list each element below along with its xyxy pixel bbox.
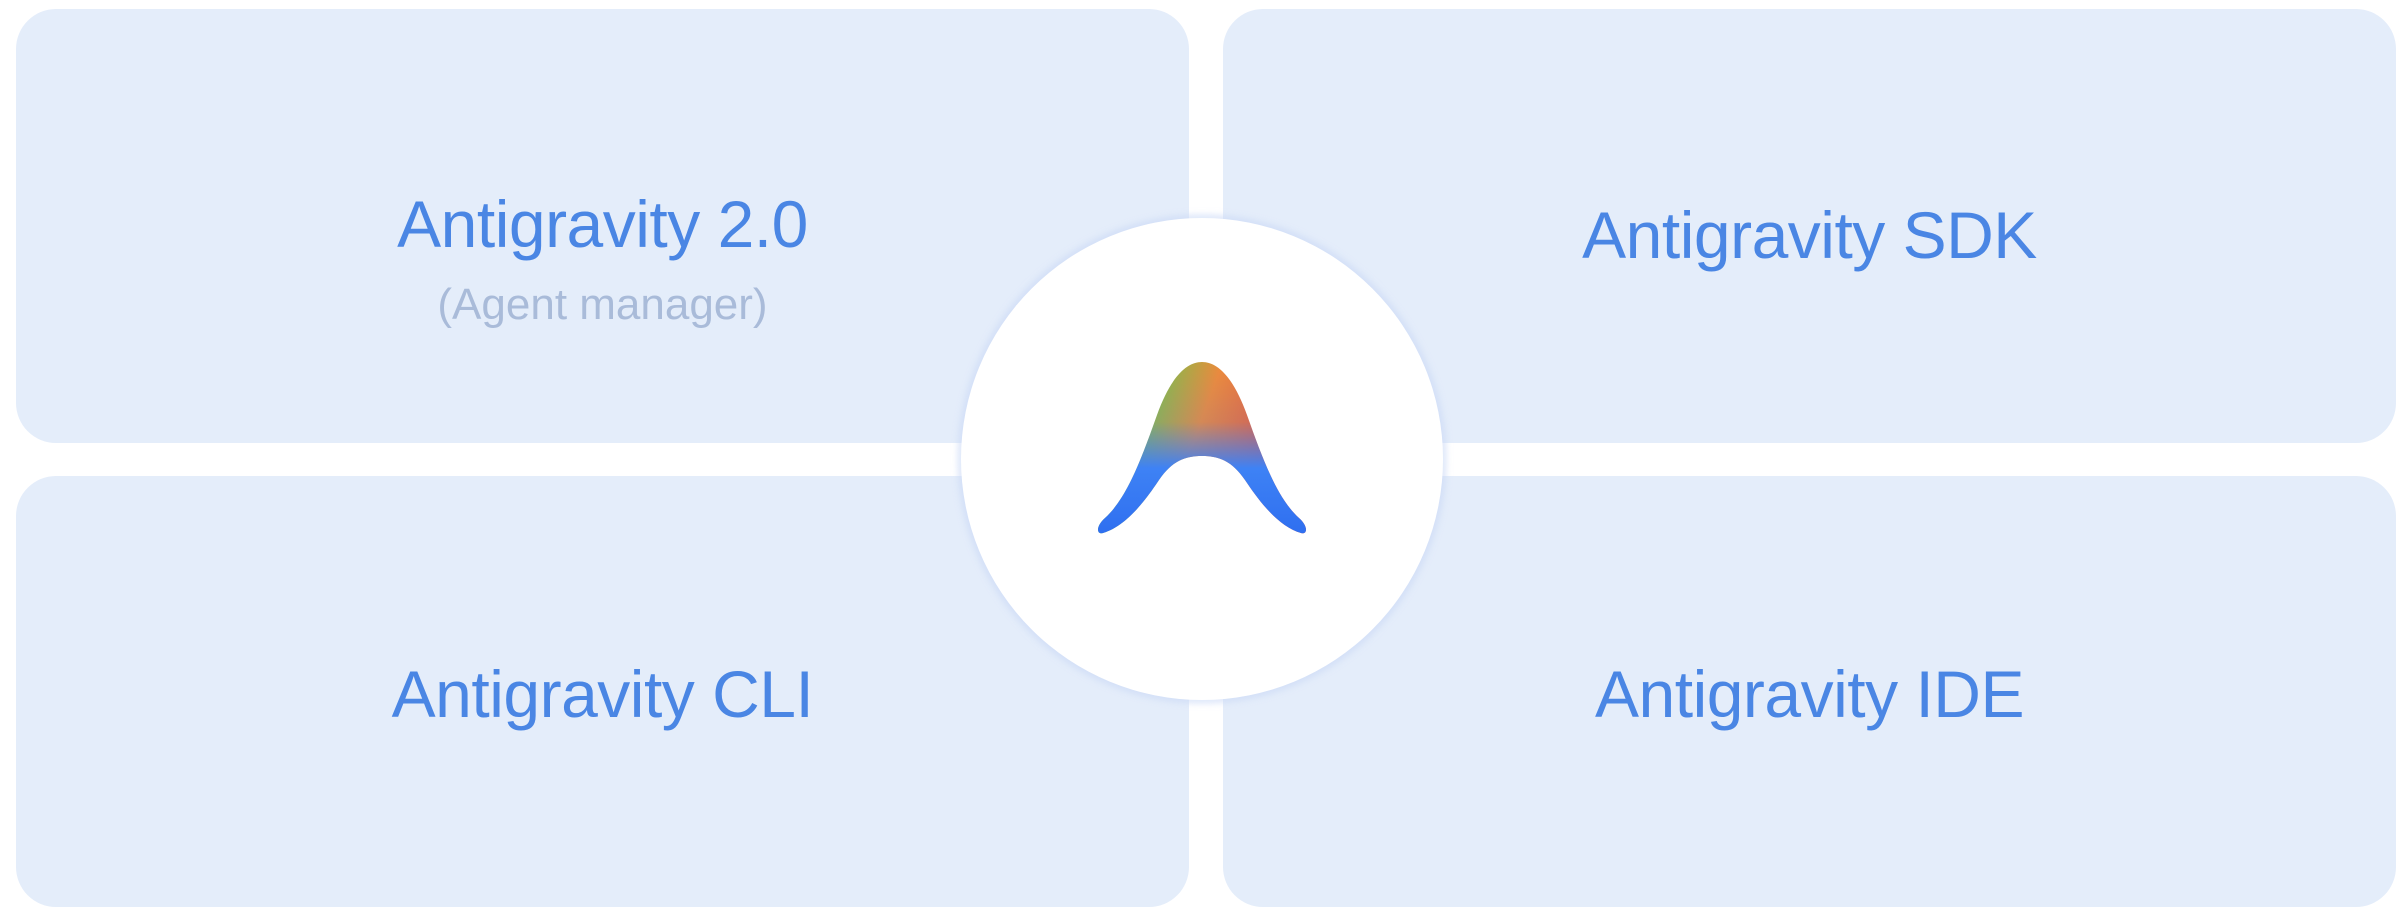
tile-title: Antigravity SDK (1582, 198, 2037, 272)
antigravity-logo-icon (1098, 362, 1306, 534)
tile-title: Antigravity CLI (391, 657, 814, 731)
tile-title: Antigravity IDE (1595, 657, 2024, 731)
tile-title: Antigravity 2.0 (397, 187, 808, 261)
